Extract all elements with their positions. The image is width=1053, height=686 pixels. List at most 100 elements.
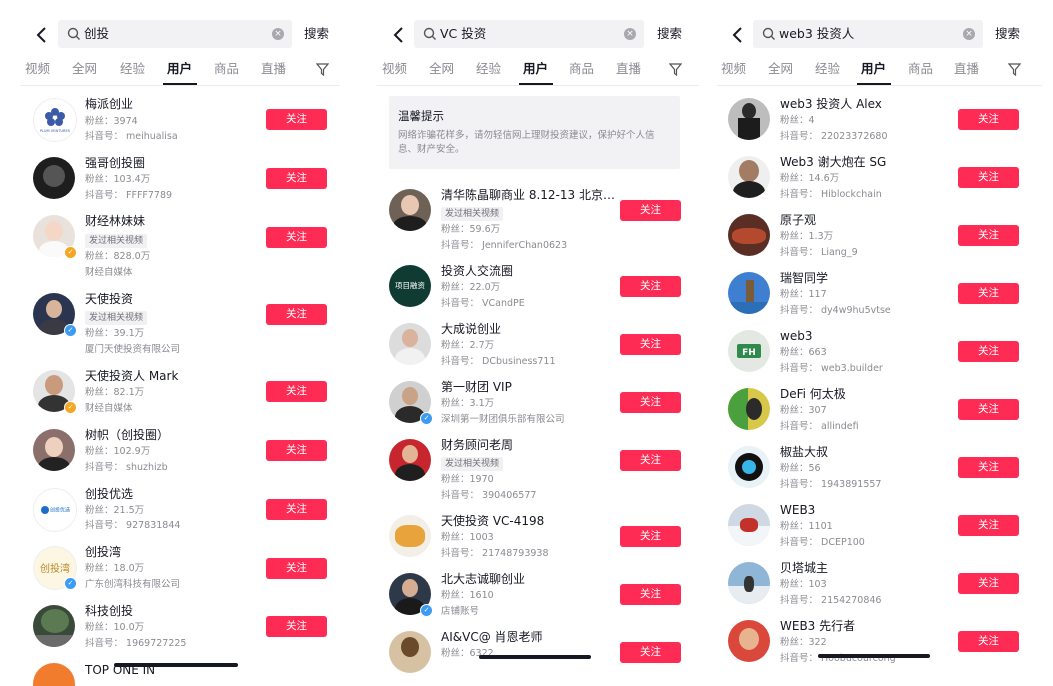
avatar xyxy=(389,631,431,673)
tab-experience[interactable]: 经验 xyxy=(815,59,840,79)
follow-button[interactable]: 关注 xyxy=(620,584,681,605)
follow-button[interactable]: 关注 xyxy=(266,499,327,520)
bio-text: 广东创湾科技有限公司 xyxy=(85,579,181,590)
filter-icon[interactable] xyxy=(669,63,682,76)
follow-button[interactable]: 关注 xyxy=(620,200,681,221)
fan-count: 粉丝：1610 xyxy=(441,590,494,601)
user-name: 贝塔城主 xyxy=(780,561,829,575)
back-arrow-icon[interactable] xyxy=(35,26,51,44)
search-input[interactable]: VC 投资 × xyxy=(414,20,644,48)
user-name: 椒盐大叔 xyxy=(780,445,829,459)
tab-live[interactable]: 直播 xyxy=(954,59,979,79)
follow-button[interactable]: 关注 xyxy=(958,109,1019,130)
tab-products[interactable]: 商品 xyxy=(569,59,594,79)
follow-button[interactable]: 关注 xyxy=(266,381,327,402)
back-arrow-icon[interactable] xyxy=(731,26,747,44)
clear-icon[interactable]: × xyxy=(963,28,975,40)
fan-count: 粉丝：22.0万 xyxy=(441,282,501,293)
follow-button[interactable]: 关注 xyxy=(266,304,327,325)
tab-experience[interactable]: 经验 xyxy=(120,59,145,79)
search-input[interactable]: web3 投资人 × xyxy=(753,20,983,48)
douyin-id: 抖音号： dy4w9hu5vtse xyxy=(780,305,891,316)
douyin-id: 抖音号： meihualisa xyxy=(85,131,178,142)
follow-button[interactable]: 关注 xyxy=(620,450,681,471)
follow-button[interactable]: 关注 xyxy=(620,334,681,355)
verified-badge-icon: ✓ xyxy=(64,246,77,259)
follow-button[interactable]: 关注 xyxy=(958,225,1019,246)
home-indicator xyxy=(479,655,591,659)
tab-video[interactable]: 视频 xyxy=(25,59,50,79)
filter-icon[interactable] xyxy=(316,63,329,76)
search-query: VC 投资 xyxy=(440,26,487,41)
follow-button[interactable]: 关注 xyxy=(958,399,1019,420)
search-input[interactable]: 创投 × xyxy=(58,20,292,48)
follow-button[interactable]: 关注 xyxy=(958,167,1019,188)
douyin-id: 抖音号： 390406577 xyxy=(441,490,537,501)
filter-icon[interactable] xyxy=(1008,63,1021,76)
follow-button[interactable]: 关注 xyxy=(958,457,1019,478)
user-name: 创投湾 xyxy=(85,545,122,559)
follow-button[interactable]: 关注 xyxy=(266,227,327,248)
follow-button[interactable]: 关注 xyxy=(958,515,1019,536)
douyin-id: 抖音号： 1943891557 xyxy=(780,479,882,490)
fan-count: 粉丝：18.0万 xyxy=(85,563,145,574)
avatar xyxy=(728,446,770,488)
tab-users[interactable]: 用户 xyxy=(162,59,197,85)
follow-button[interactable]: 关注 xyxy=(620,276,681,297)
clear-icon[interactable]: × xyxy=(272,28,284,40)
fan-count: 粉丝：1003 xyxy=(441,532,494,543)
tab-experience[interactable]: 经验 xyxy=(476,59,501,79)
follow-button[interactable]: 关注 xyxy=(958,341,1019,362)
user-name: 财务顾问老周 xyxy=(441,438,514,452)
search-button[interactable]: 搜索 xyxy=(304,20,329,48)
follow-button[interactable]: 关注 xyxy=(266,109,327,130)
tab-products[interactable]: 商品 xyxy=(214,59,239,79)
tab-users[interactable]: 用户 xyxy=(856,59,891,85)
avatar-logo-text: FH xyxy=(742,348,756,358)
follow-button[interactable]: 关注 xyxy=(958,283,1019,304)
tab-video[interactable]: 视频 xyxy=(721,59,746,79)
tab-all-web[interactable]: 全网 xyxy=(768,59,793,79)
search-button[interactable]: 搜索 xyxy=(657,20,682,48)
follow-button[interactable]: 关注 xyxy=(620,526,681,547)
fan-count: 粉丝：102.9万 xyxy=(85,446,151,457)
user-name: web3 xyxy=(780,329,813,343)
follow-button[interactable]: 关注 xyxy=(620,392,681,413)
user-name: 财经林妹妹 xyxy=(85,214,146,228)
user-name: web3 投资人 Alex xyxy=(780,97,882,111)
tab-all-web[interactable]: 全网 xyxy=(72,59,97,79)
follow-button[interactable]: 关注 xyxy=(266,440,327,461)
search-button[interactable]: 搜索 xyxy=(995,20,1020,48)
douyin-id: 抖音号： 1969727225 xyxy=(85,638,187,649)
tab-video[interactable]: 视频 xyxy=(382,59,407,79)
fan-count: 粉丝：663 xyxy=(780,347,827,358)
clear-icon[interactable]: × xyxy=(624,28,636,40)
home-indicator xyxy=(818,654,930,658)
search-panel-1: 创投 × 搜索 视频 全网 经验 用户 商品 直播 PLUM VENTURES … xyxy=(0,0,350,686)
related-video-tag: 发过相关视频 xyxy=(441,207,504,221)
tab-users[interactable]: 用户 xyxy=(518,59,553,85)
follow-button[interactable]: 关注 xyxy=(958,631,1019,652)
avatar xyxy=(728,562,770,604)
tab-all-web[interactable]: 全网 xyxy=(429,59,454,79)
follow-button[interactable]: 关注 xyxy=(958,573,1019,594)
follow-button[interactable]: 关注 xyxy=(266,616,327,637)
avatar-logo-text: 创投优选 xyxy=(50,507,70,514)
back-arrow-icon[interactable] xyxy=(392,26,408,44)
douyin-id: 抖音号： 22023372680 xyxy=(780,131,888,142)
avatar xyxy=(728,620,770,662)
avatar xyxy=(33,429,75,471)
tip-body: 网络诈骗花样多，请勿轻信网上理财投资建议，保护好个人信息、财产安全。 xyxy=(398,130,655,155)
follow-button[interactable]: 关注 xyxy=(266,558,327,579)
user-name: 天使投资 xyxy=(85,292,134,306)
verified-badge-icon: ✓ xyxy=(420,604,433,617)
filter-tabs: 视频 全网 经验 用户 商品 直播 xyxy=(25,59,345,85)
follow-button[interactable]: 关注 xyxy=(620,642,681,663)
user-name: 天使投资 VC-4198 xyxy=(441,514,545,528)
tab-live[interactable]: 直播 xyxy=(261,59,286,79)
tab-products[interactable]: 商品 xyxy=(908,59,933,79)
tab-live[interactable]: 直播 xyxy=(616,59,641,79)
follow-button[interactable]: 关注 xyxy=(266,168,327,189)
user-name: 北大志诚聊创业 xyxy=(441,572,526,586)
avatar xyxy=(389,323,431,365)
